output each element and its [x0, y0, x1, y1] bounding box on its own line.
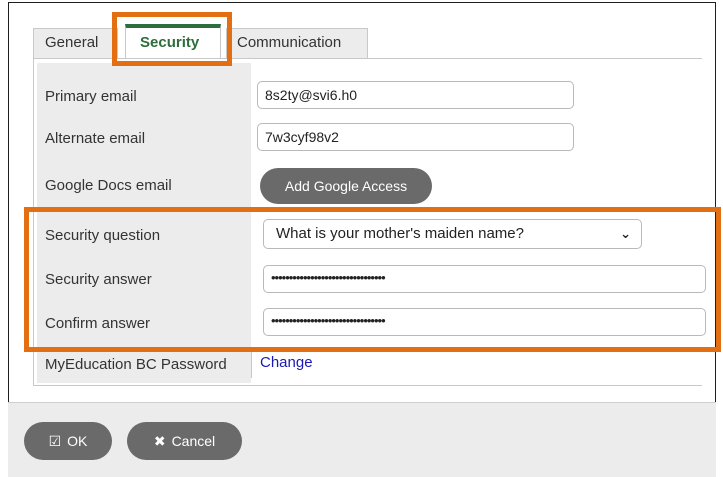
- tab-communication[interactable]: Communication: [226, 28, 368, 58]
- tab-general[interactable]: General: [33, 28, 118, 58]
- primary-email-label: Primary email: [45, 88, 137, 105]
- cancel-button[interactable]: ✖ Cancel: [127, 422, 242, 460]
- myed-password-label: MyEducation BC Password: [45, 356, 227, 373]
- check-square-icon: ☑: [48, 433, 62, 449]
- ok-label: OK: [67, 433, 88, 449]
- add-google-access-button[interactable]: Add Google Access: [260, 168, 432, 204]
- tab-highlight-box: [112, 12, 232, 66]
- google-docs-email-label: Google Docs email: [45, 177, 172, 194]
- dialog-footer: [8, 402, 716, 477]
- alternate-email-field[interactable]: 7w3cyf98v2: [257, 123, 574, 151]
- cancel-label: Cancel: [171, 433, 216, 449]
- security-fields-highlight-box: [24, 207, 721, 352]
- ok-button[interactable]: ☑ OK: [24, 422, 112, 460]
- change-password-link[interactable]: Change: [260, 354, 313, 371]
- x-icon: ✖: [153, 433, 166, 449]
- alternate-email-label: Alternate email: [45, 130, 146, 147]
- primary-email-field[interactable]: 8s2ty@svi6.h0: [257, 81, 574, 109]
- divider: [251, 350, 252, 378]
